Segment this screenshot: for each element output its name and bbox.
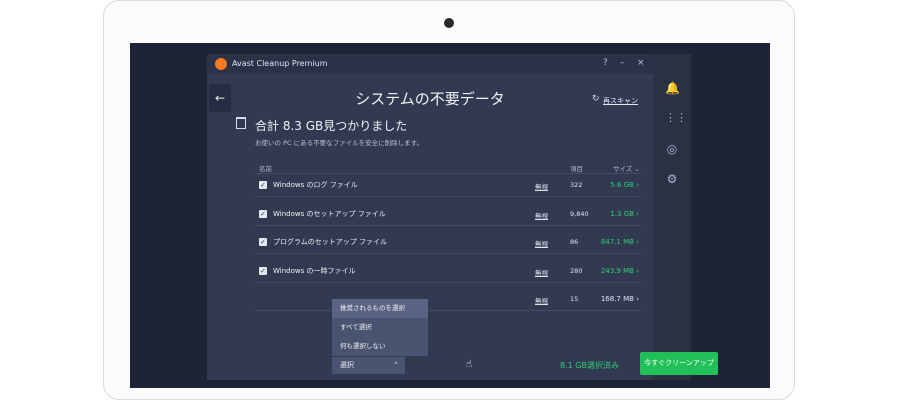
ignore-link[interactable]: 無視	[535, 210, 548, 220]
trash-icon	[236, 117, 246, 129]
table-row[interactable]: ✓ プログラムのセットアップ ファイル 無視 86 847.1 MB ›	[255, 231, 641, 253]
chevron-down-icon: ⌄	[634, 165, 640, 173]
hand-cursor-icon: ☝	[466, 359, 473, 370]
app-window: Avast Cleanup Premium ? – × 🔔 ⋮⋮ ◎ ⚙ ← シ…	[207, 54, 718, 380]
close-button[interactable]: ×	[637, 58, 645, 68]
row-count: 15	[570, 295, 579, 303]
row-divider	[255, 281, 641, 283]
row-size[interactable]: 1.3 GB ›	[610, 210, 639, 218]
row-name: Windows のログ ファイル	[273, 181, 358, 189]
help-button[interactable]: ?	[603, 58, 608, 68]
row-count: 280	[570, 266, 583, 275]
row-size-value: 5.6 GB	[610, 181, 634, 189]
row-divider	[255, 196, 641, 197]
option-select-recommended[interactable]: 推奨されるものを選択	[332, 299, 428, 318]
page-title: システムの不要データ	[355, 90, 505, 108]
select-button-label: 選択	[340, 361, 354, 369]
select-dropdown-menu: 推奨されるものを選択 すべて選択 何も選択しない	[332, 299, 428, 356]
rescan-link[interactable]: 再スキャン	[603, 96, 638, 106]
row-count: 9,840	[570, 209, 589, 218]
description-text: お使いの PC にある不要なファイルを安全に削除します。	[255, 139, 423, 147]
selected-size-text: 8.1 GB選択済み	[560, 361, 619, 370]
checkbox[interactable]: ✓	[259, 181, 267, 189]
screen: Avast Cleanup Premium ? – × 🔔 ⋮⋮ ◎ ⚙ ← シ…	[130, 43, 770, 388]
app-title: Avast Cleanup Premium	[232, 59, 328, 68]
bell-icon[interactable]: 🔔	[665, 81, 680, 95]
column-header-name: 名前	[259, 165, 272, 173]
column-header-items: 項目	[570, 165, 583, 173]
checkbox[interactable]: ✓	[259, 266, 267, 275]
chevron-up-icon: ⌃	[393, 361, 399, 369]
chevron-right-icon: ›	[636, 209, 639, 218]
table-row[interactable]: ✓ Windows のセットアップ ファイル 無視 9,840 1.3 GB ›	[255, 203, 641, 225]
refresh-icon[interactable]: ↻	[592, 94, 600, 104]
row-size[interactable]: 5.6 GB ›	[610, 181, 639, 189]
chevron-right-icon: ›	[636, 266, 639, 275]
select-button[interactable]: 選択 ⌃	[332, 357, 405, 374]
option-select-none[interactable]: 何も選択しない	[332, 337, 428, 356]
row-name: Windows の一時ファイル	[273, 266, 356, 275]
row-count: 322	[570, 181, 583, 189]
row-size[interactable]: 847.1 MB ›	[601, 238, 639, 246]
row-divider	[255, 253, 641, 254]
column-header-size[interactable]: サイズ ⌄	[613, 163, 640, 173]
row-size-value: 1.3 GB	[610, 209, 634, 218]
checkbox[interactable]: ✓	[259, 209, 267, 218]
ignore-link[interactable]: 無視	[535, 295, 548, 305]
chevron-right-icon: ›	[636, 295, 639, 303]
webcam	[444, 18, 454, 28]
row-size-value: 847.1 MB	[600, 238, 634, 246]
column-header-size-label: サイズ	[613, 165, 633, 173]
chevron-right-icon: ›	[636, 181, 639, 189]
row-name: Windows のセットアップ ファイル	[273, 209, 386, 218]
settings-gear-icon[interactable]: ⚙	[665, 172, 679, 186]
chevron-right-icon: ›	[636, 238, 639, 246]
row-size-value: 243.9 MB	[600, 266, 634, 275]
right-sidebar: 🔔 ⋮⋮ ◎ ⚙	[653, 54, 691, 380]
ignore-link[interactable]: 無視	[535, 267, 548, 277]
apps-grid-icon[interactable]: ⋮⋮	[665, 111, 687, 125]
row-divider	[255, 224, 641, 226]
row-divider	[255, 310, 641, 311]
clean-now-button[interactable]: 今すぐクリーンアップ	[640, 352, 718, 375]
ignore-link[interactable]: 無視	[535, 181, 548, 191]
table-row[interactable]: 無視 15 168.7 MB ›	[255, 288, 641, 310]
option-select-all[interactable]: すべて選択	[332, 318, 428, 337]
row-name: プログラムのセットアップ ファイル	[273, 238, 388, 246]
found-total-headline: 合計 8.3 GB見つかりました	[255, 119, 408, 133]
table-row[interactable]: ✓ Windows の一時ファイル 無視 280 243.9 MB ›	[255, 260, 641, 282]
row-size-value: 168.7 MB	[600, 295, 634, 303]
checkbox[interactable]: ✓	[259, 238, 267, 246]
help-lifebuoy-icon[interactable]: ◎	[665, 142, 679, 156]
row-size[interactable]: 168.7 MB ›	[601, 295, 639, 303]
row-size[interactable]: 243.9 MB ›	[601, 267, 639, 275]
title-bar: Avast Cleanup Premium ? – ×	[207, 54, 653, 74]
row-count: 86	[570, 238, 579, 246]
avast-logo-icon	[215, 58, 227, 70]
ignore-link[interactable]: 無視	[535, 238, 548, 248]
minimize-button[interactable]: –	[620, 58, 625, 68]
table-row[interactable]: ✓ Windows のログ ファイル 無視 322 5.6 GB ›	[255, 174, 641, 196]
